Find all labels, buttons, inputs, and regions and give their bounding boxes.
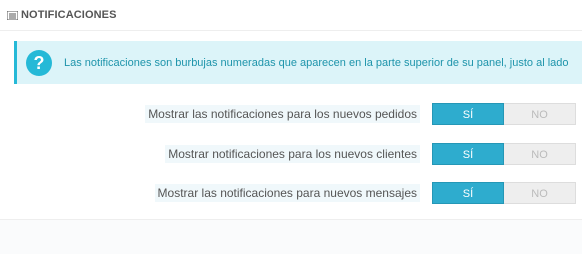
switch-no-option[interactable]: NO — [504, 143, 576, 165]
switch-no-option[interactable]: NO — [504, 103, 576, 125]
switch-yes-option[interactable]: SÍ — [432, 143, 504, 165]
orders-notification-switch[interactable]: SÍ NO — [432, 103, 576, 125]
setting-label: Mostrar las notificaciones para los nuev… — [145, 105, 420, 123]
setting-row-orders: Mostrar las notificaciones para los nuev… — [0, 103, 582, 125]
setting-label: Mostrar las notificaciones para nuevos m… — [154, 184, 420, 202]
setting-row-messages: Mostrar las notificaciones para nuevos m… — [0, 182, 582, 204]
panel-heading: NOTIFICACIONES — [0, 0, 582, 31]
alert-text: Las notificaciones son burbujas numerada… — [64, 56, 569, 69]
info-alert: ? Las notificaciones son burbujas numera… — [14, 41, 582, 84]
setting-row-customers: Mostrar notificaciones para los nuevos c… — [0, 143, 582, 165]
question-icon: ? — [26, 49, 52, 76]
switch-no-option[interactable]: NO — [504, 182, 576, 204]
setting-label: Mostrar notificaciones para los nuevos c… — [165, 145, 420, 163]
switch-yes-option[interactable]: SÍ — [432, 182, 504, 204]
customers-notification-switch[interactable]: SÍ NO — [432, 143, 576, 165]
panel-title: NOTIFICACIONES — [21, 9, 117, 21]
list-icon — [7, 10, 18, 20]
messages-notification-switch[interactable]: SÍ NO — [432, 182, 576, 204]
switch-yes-option[interactable]: SÍ — [432, 103, 504, 125]
panel-footer — [0, 219, 582, 254]
